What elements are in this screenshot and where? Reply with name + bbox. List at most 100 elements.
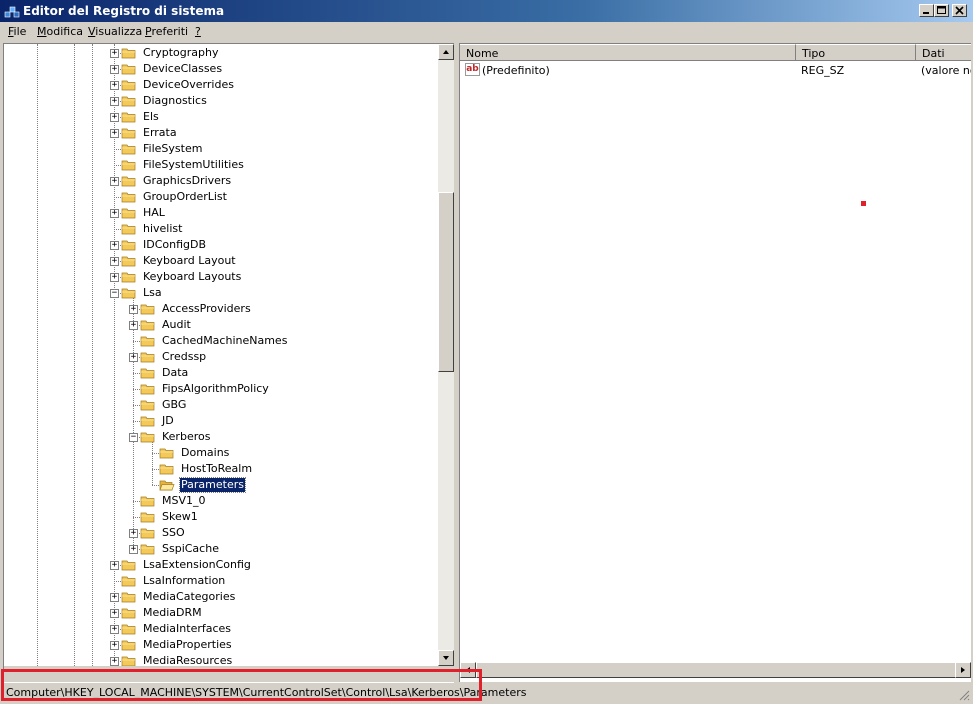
tree-node[interactable]: JD [4, 413, 436, 429]
tree-node[interactable]: LsaInformation [4, 573, 436, 589]
expand-icon[interactable]: + [110, 113, 119, 122]
scroll-thumb[interactable] [438, 192, 454, 372]
menu-visualizza[interactable]: Visualizza [88, 25, 142, 38]
tree-node[interactable]: + Audit [4, 317, 436, 333]
string-value-icon: ab [465, 63, 480, 76]
tree-node[interactable]: − Lsa [4, 285, 436, 301]
expand-icon[interactable]: + [110, 177, 119, 186]
red-marker [861, 201, 866, 206]
tree-node[interactable]: hivelist [4, 221, 436, 237]
expand-icon[interactable]: + [110, 81, 119, 90]
tree-node[interactable]: + SspiCache [4, 541, 436, 557]
scroll-right-button[interactable] [955, 662, 971, 678]
tree-node[interactable]: + Cryptography [4, 45, 436, 61]
expand-icon[interactable]: + [110, 593, 119, 602]
values-list[interactable]: Nome Tipo Dati ab (Predefinito) REG_SZ (… [459, 43, 971, 682]
tree-node[interactable]: + MediaProperties [4, 637, 436, 653]
expand-icon[interactable]: + [110, 49, 119, 58]
tree-node[interactable]: + Keyboard Layouts [4, 269, 436, 285]
expand-icon[interactable]: + [110, 641, 119, 650]
tree-node[interactable]: FipsAlgorithmPolicy [4, 381, 436, 397]
h-scroll-thumb[interactable] [476, 662, 956, 678]
folder-icon [121, 208, 136, 219]
tree-node[interactable]: − Kerberos [4, 429, 436, 445]
column-header-tipo[interactable]: Tipo [796, 44, 916, 61]
tree-node[interactable]: FileSystemUtilities [4, 157, 436, 173]
tree-node[interactable]: GroupOrderList [4, 189, 436, 205]
tree-node[interactable]: + MediaCategories [4, 589, 436, 605]
tree-node[interactable]: + MediaInterfaces [4, 621, 436, 637]
tree-node[interactable]: + Keyboard Layout [4, 253, 436, 269]
column-header-nome[interactable]: Nome [460, 44, 796, 61]
maximize-button[interactable] [934, 4, 949, 17]
tree-node[interactable]: + SSO [4, 525, 436, 541]
menu-modifica[interactable]: Modifica [37, 25, 83, 38]
tree-node-label: GroupOrderList [143, 190, 227, 203]
registry-tree[interactable]: + Cryptography + DeviceClasses + DeviceOverri… [3, 43, 454, 683]
tree-node-label: SSO [162, 526, 185, 539]
folder-icon [121, 608, 136, 619]
tree-node[interactable]: Skew1 [4, 509, 436, 525]
tree-node[interactable]: + Els [4, 109, 436, 125]
tree-node[interactable]: + Diagnostics [4, 93, 436, 109]
tree-node[interactable]: Domains [4, 445, 436, 461]
tree-node[interactable]: + DeviceOverrides [4, 77, 436, 93]
menu-help[interactable]: ? [195, 25, 201, 38]
expand-icon[interactable]: + [110, 657, 119, 666]
expand-icon[interactable]: + [110, 561, 119, 570]
column-header-dati[interactable]: Dati [916, 44, 971, 61]
folder-icon [121, 80, 136, 91]
list-horizontal-scrollbar[interactable] [460, 662, 971, 678]
resize-grip-icon[interactable] [958, 689, 970, 701]
expand-icon[interactable]: + [110, 625, 119, 634]
expand-icon[interactable]: + [110, 65, 119, 74]
tree-node-label: MediaDRM [143, 606, 202, 619]
tree-node[interactable]: + HAL [4, 205, 436, 221]
folder-icon [159, 448, 174, 459]
expand-icon[interactable]: + [110, 97, 119, 106]
tree-vertical-scrollbar[interactable] [438, 44, 454, 666]
tree-node[interactable]: + AccessProviders [4, 301, 436, 317]
expand-icon[interactable]: + [129, 321, 138, 330]
expand-icon[interactable]: + [129, 529, 138, 538]
scroll-down-button[interactable] [438, 650, 454, 666]
tree-node[interactable]: Parameters [4, 477, 436, 493]
tree-node[interactable]: + Credssp [4, 349, 436, 365]
tree-node[interactable]: + DeviceClasses [4, 61, 436, 77]
folder-icon [121, 640, 136, 651]
tree-node[interactable]: + IDConfigDB [4, 237, 436, 253]
tree-node[interactable]: MSV1_0 [4, 493, 436, 509]
tree-node[interactable]: + MediaDRM [4, 605, 436, 621]
tree-node[interactable]: FileSystem [4, 141, 436, 157]
menu-preferiti[interactable]: Preferiti [145, 25, 188, 38]
expand-icon[interactable]: + [110, 273, 119, 282]
folder-icon [140, 384, 155, 395]
tree-node[interactable]: HostToRealm [4, 461, 436, 477]
expand-icon[interactable]: + [110, 609, 119, 618]
value-name: (Predefinito) [482, 64, 550, 77]
close-button[interactable] [952, 4, 967, 17]
tree-node[interactable]: GBG [4, 397, 436, 413]
tree-node[interactable]: CachedMachineNames [4, 333, 436, 349]
menu-file[interactable]: File [8, 25, 26, 38]
folder-icon [121, 112, 136, 123]
window-title: Editor del Registro di sistema [23, 4, 225, 18]
tree-node[interactable]: + GraphicsDrivers [4, 173, 436, 189]
expand-icon[interactable]: + [110, 129, 119, 138]
expand-icon[interactable]: + [110, 257, 119, 266]
value-type: REG_SZ [801, 64, 845, 77]
expand-icon[interactable]: + [110, 241, 119, 250]
expand-icon[interactable]: + [129, 305, 138, 314]
expand-icon[interactable]: + [129, 545, 138, 554]
tree-node[interactable]: Data [4, 365, 436, 381]
scroll-up-button[interactable] [438, 44, 454, 60]
expand-icon[interactable]: + [110, 209, 119, 218]
list-row[interactable]: ab (Predefinito) REG_SZ (valore non impo… [460, 62, 971, 79]
folder-icon [121, 144, 136, 155]
tree-node[interactable]: + LsaExtensionConfig [4, 557, 436, 573]
collapse-icon[interactable]: − [110, 289, 119, 298]
collapse-icon[interactable]: − [129, 433, 138, 442]
tree-node[interactable]: + Errata [4, 125, 436, 141]
minimize-button[interactable] [919, 4, 934, 17]
expand-icon[interactable]: + [129, 353, 138, 362]
